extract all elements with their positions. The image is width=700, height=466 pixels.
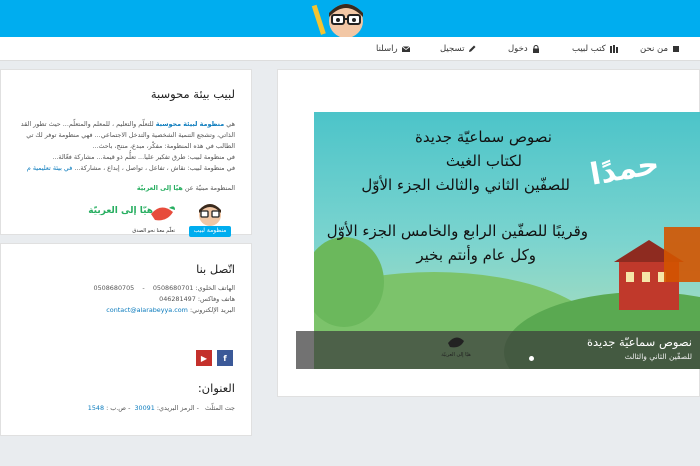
address-title: العنوان: <box>197 381 235 395</box>
nav-item-register[interactable]: تسجيل <box>440 43 476 55</box>
slide-line-2: لكتاب الغيث <box>445 152 522 170</box>
caption-title: نصوص سماعيّة جديدة <box>586 335 692 349</box>
zip-code: 30091 <box>134 404 155 412</box>
labib-logo-label: منظومة لبيب <box>193 227 227 234</box>
about-env-link[interactable]: في بيئة تعليمية م <box>27 164 72 172</box>
phone-1[interactable]: 0508680701 <box>153 284 194 292</box>
youtube-button[interactable]: ▶ <box>196 350 212 366</box>
youtube-icon: ▶ <box>200 353 208 363</box>
about-line-4: في منظومة لبيب: طرق تفكير عليا... تعلُّم… <box>52 153 235 161</box>
hayya-logo[interactable]: هيّا إلى العربيّة تعلّم معنا نحو الصدق <box>88 204 177 238</box>
hayya-logo-subtitle: تعلّم معنا نحو الصدق <box>132 228 175 234</box>
email-link[interactable]: contact@alarabeyya.com <box>106 306 188 314</box>
slide-line-5: وكل عام وأنتم بخير <box>416 246 536 264</box>
slide-line-4: وقريبًا للصفّين الرابع والخامس الجزء الأ… <box>326 222 588 240</box>
slide-line-1: نصوص سماعيّة جديدة <box>415 128 552 146</box>
top-bar <box>0 0 700 37</box>
pencil-icon <box>468 45 476 53</box>
contact-title: اتّصل بنا <box>196 262 235 276</box>
main-nav: من نحن كتب لبيب دخول تسجيل راسلنا <box>0 37 700 61</box>
contact-panel: اتّصل بنا الهاتف الخلوي: 0508680701 - 05… <box>0 243 252 436</box>
caption-logo: هيّا إلى العربيّة <box>436 335 476 365</box>
nav-label: من نحن <box>640 44 669 54</box>
contact-fax-row: هاتف وفاكس: 046281497 <box>159 295 235 303</box>
caption-logo-label: هيّا إلى العربيّة <box>441 352 471 358</box>
labib-logo[interactable]: منظومة لبيب <box>187 202 233 238</box>
nav-label: تسجيل <box>440 44 465 54</box>
slider-dot-active[interactable] <box>529 356 534 361</box>
lock-icon <box>532 45 540 53</box>
nav-label: كتب لبيب <box>572 44 606 54</box>
phone-2[interactable]: 0508680705 <box>94 284 135 292</box>
partner-link[interactable]: هيّا إلى العربيّة <box>137 184 183 192</box>
about-highlight-link[interactable]: منظومة لبيئة محوسبة <box>156 120 225 128</box>
about-line-2: الذاتي، وتشجع التنمية الشخصية والتدخل ال… <box>26 131 235 139</box>
caption-subtitle: للصفّين الثاني والثالث <box>624 352 692 361</box>
nav-item-login[interactable]: دخول <box>508 43 540 55</box>
nav-item-contact[interactable]: راسلنا <box>376 43 410 55</box>
facebook-button[interactable]: f <box>217 350 233 366</box>
fax-number[interactable]: 046281497 <box>159 295 196 303</box>
nav-item-about[interactable]: من نحن <box>640 43 680 55</box>
contact-phone-row: الهاتف الخلوي: 0508680701 - 0508680705 <box>93 284 235 292</box>
nav-label: راسلنا <box>376 44 398 54</box>
hayya-logo-label: هيّا إلى العربيّة <box>88 206 153 216</box>
slide-caption: نصوص سماعيّة جديدة للصفّين الثاني والثال… <box>296 331 700 369</box>
about-title: لبيب بيئة محوسبة <box>150 87 235 101</box>
about-line-5: في منظومة لبيب: نقاش ، تفاعل ، تواصل ، إ… <box>26 164 235 172</box>
envelope-icon <box>401 45 410 53</box>
po-box: 1548 <box>87 404 105 412</box>
contact-email-row: البريد الإلكتروني: contact@alarabeyya.co… <box>106 306 235 314</box>
nav-label: دخول <box>508 44 528 54</box>
facebook-icon: f <box>223 353 227 363</box>
book-icon <box>672 45 680 53</box>
about-line-3: الطالب في هذه المنظومة: مفكّر، مبدع، منت… <box>92 142 235 150</box>
books-icon <box>609 45 618 53</box>
partner-line: المنظومة مبنيّة عن هيّا إلى العربيّة <box>136 184 235 192</box>
about-panel: لبيب بيئة محوسبة هي منظومة لبيئة محوسبة … <box>0 69 252 238</box>
labib-mascot-logo[interactable] <box>310 1 378 37</box>
nav-item-books[interactable]: كتب لبيب <box>572 43 618 55</box>
address-row: جت المثلّث - الرمز البريدي: 30091 - ص.ب … <box>87 404 235 412</box>
slide-line-3: للصفّين الثاني والثالث الجزء الأوّل <box>361 176 570 194</box>
about-line-1: هي منظومة لبيئة محوسبة للتعلّم والتعليم … <box>20 120 235 128</box>
